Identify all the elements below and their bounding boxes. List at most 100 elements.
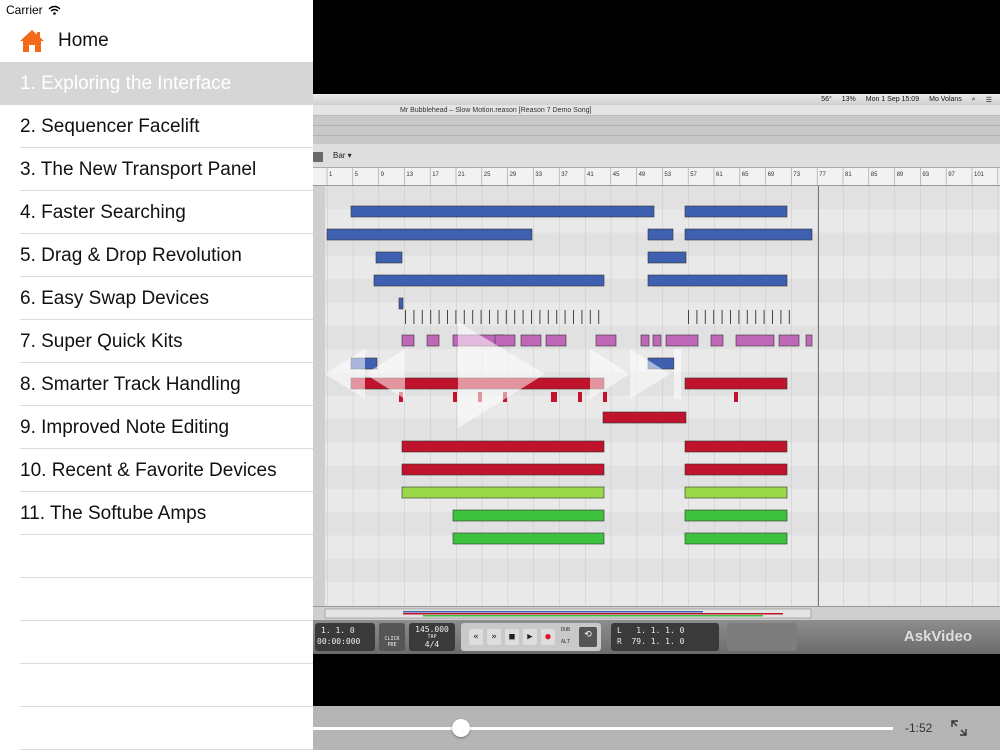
carrier-label: Carrier bbox=[6, 3, 43, 17]
wifi-icon bbox=[48, 5, 61, 15]
sequencer-clip bbox=[452, 509, 605, 522]
drum-hit-mark bbox=[430, 310, 432, 324]
drum-hit-mark bbox=[704, 310, 706, 324]
grid-line bbox=[610, 186, 612, 606]
scrub-progress bbox=[313, 727, 461, 730]
lesson-item[interactable]: 11. The Softube Amps bbox=[0, 492, 313, 535]
drum-hit-mark bbox=[578, 392, 582, 402]
sequencer-clip bbox=[398, 297, 404, 310]
track-lane bbox=[313, 302, 1000, 326]
record-button[interactable]: ● bbox=[541, 629, 555, 645]
lesson-item[interactable]: 1. Exploring the Interface bbox=[0, 62, 313, 105]
lesson-item[interactable]: 2. Sequencer Facelift bbox=[0, 105, 313, 148]
sequencer-clip bbox=[684, 486, 788, 499]
grid-line bbox=[894, 186, 896, 606]
lesson-item[interactable]: 3. The New Transport Panel bbox=[0, 148, 313, 191]
grid-line bbox=[997, 186, 999, 606]
timeline-ruler: 1 5 9 13 17 21 25 29 33 37 41 45 49 53 57 61 65 69 73 77 81 8… bbox=[313, 168, 1000, 186]
tempo-display: 145.000 TAP 4/4 bbox=[409, 623, 455, 651]
video-player[interactable]: 56° 13% Mon 1 Sep 15:09 Mo Volans ⌕ ☰ Mr… bbox=[313, 0, 1000, 750]
drum-hit-mark bbox=[734, 392, 738, 402]
lesson-item[interactable]: 5. Drag & Drop Revolution bbox=[0, 234, 313, 277]
track-lane bbox=[313, 582, 1000, 606]
drum-hit-mark bbox=[531, 310, 532, 324]
rewind-button[interactable]: « bbox=[469, 629, 483, 645]
ruler-tick-label: 49 bbox=[639, 172, 646, 178]
clip-lanes bbox=[313, 186, 1000, 606]
empty-list-row bbox=[0, 621, 313, 664]
track-header-strip bbox=[313, 186, 325, 606]
drum-hit-mark bbox=[489, 310, 490, 324]
drum-hit-mark bbox=[556, 310, 558, 324]
drum-hit-mark bbox=[696, 310, 698, 324]
drum-hit-mark bbox=[738, 310, 740, 324]
drum-hit-mark bbox=[772, 310, 773, 324]
stop-button[interactable]: ■ bbox=[505, 629, 519, 645]
loop-locators: L 1. 1. 1. 0 R 79. 1. 1. 0 bbox=[611, 623, 719, 651]
ruler-tick-label: 93 bbox=[922, 172, 929, 178]
ruler-tick-label: 97 bbox=[948, 172, 955, 178]
sequencer-clip bbox=[494, 334, 516, 347]
transport-controls: « » ■ ▶ ● DUB ALT ⟲ bbox=[461, 623, 601, 651]
grid-line bbox=[352, 186, 354, 606]
drum-hit-mark bbox=[514, 310, 516, 324]
home-button[interactable]: Home bbox=[0, 20, 313, 62]
ruler-tick-label: 101 bbox=[974, 172, 985, 178]
ruler-tick-label: 73 bbox=[793, 172, 800, 178]
drum-hit-mark bbox=[413, 310, 415, 324]
lesson-item[interactable]: 9. Improved Note Editing bbox=[0, 406, 313, 449]
askvideo-watermark: AskVideo bbox=[903, 628, 972, 645]
sequencer-clip bbox=[326, 228, 533, 241]
sequencer-clip bbox=[684, 440, 788, 453]
ruler-tick-label: 77 bbox=[819, 172, 826, 178]
lesson-item[interactable]: 6. Easy Swap Devices bbox=[0, 277, 313, 320]
grid-line bbox=[636, 186, 638, 606]
drum-hit-mark bbox=[547, 310, 549, 324]
loop-button[interactable]: ⟲ bbox=[579, 627, 597, 647]
lesson-item[interactable]: 8. Smarter Track Handling bbox=[0, 363, 313, 406]
empty-list-row bbox=[0, 578, 313, 621]
ruler-toolbar: Bar ▾ bbox=[313, 144, 1000, 168]
ruler-tick-label: 53 bbox=[664, 172, 671, 178]
drum-hit-mark bbox=[755, 310, 757, 324]
fast-forward-button[interactable]: » bbox=[487, 629, 501, 645]
sequencer-clip bbox=[401, 463, 605, 476]
clock-readout: Mon 1 Sep 15:09 bbox=[865, 96, 920, 103]
home-label: Home bbox=[58, 30, 109, 51]
drum-hit-mark bbox=[522, 310, 524, 324]
sequencer-clip bbox=[640, 334, 650, 347]
drum-hit-mark bbox=[478, 392, 482, 402]
ruler-tick-label: 81 bbox=[845, 172, 852, 178]
track-lane bbox=[313, 535, 1000, 559]
dub-label: DUB bbox=[561, 627, 571, 633]
ruler-tick-label: 37 bbox=[561, 172, 568, 178]
drum-hit-mark bbox=[399, 392, 403, 402]
sequencer-clip bbox=[545, 334, 567, 347]
ruler-tick-label: 9 bbox=[381, 172, 385, 178]
sequencer-clip bbox=[665, 334, 699, 347]
sequencer-clip bbox=[647, 228, 674, 241]
sequencer-clip bbox=[375, 251, 403, 264]
lesson-item[interactable]: 7. Super Quick Kits bbox=[0, 320, 313, 363]
drum-hit-mark bbox=[497, 310, 499, 324]
toolbar-strips bbox=[313, 116, 1000, 144]
grid-line bbox=[791, 186, 792, 606]
lesson-item[interactable]: 4. Faster Searching bbox=[0, 191, 313, 234]
ruler-tick-label: 5 bbox=[355, 172, 359, 178]
scrub-knob[interactable] bbox=[451, 719, 470, 737]
fullscreen-icon[interactable] bbox=[950, 719, 968, 737]
lesson-sidebar: Carrier Home 1. Exploring the Interface 2… bbox=[0, 0, 313, 750]
drum-hit-mark bbox=[472, 310, 474, 324]
lesson-list: 1. Exploring the Interface 2. Sequencer F… bbox=[0, 62, 313, 535]
alt-label: ALT bbox=[561, 639, 571, 645]
sequencer-clip bbox=[350, 357, 378, 370]
play-button[interactable]: ▶ bbox=[523, 629, 537, 645]
drum-hit-mark bbox=[730, 310, 731, 324]
track-lane bbox=[313, 558, 1000, 583]
lesson-item[interactable]: 10. Recent & Favorite Devices bbox=[0, 449, 313, 492]
scrubber-bar: -1:52 bbox=[313, 706, 1000, 750]
temperature-readout: 56° bbox=[821, 96, 832, 103]
sequencer-clip bbox=[778, 334, 800, 347]
status-bar: Carrier bbox=[0, 0, 313, 20]
mac-menubar: 56° 13% Mon 1 Sep 15:09 Mo Volans ⌕ ☰ bbox=[313, 94, 1000, 105]
